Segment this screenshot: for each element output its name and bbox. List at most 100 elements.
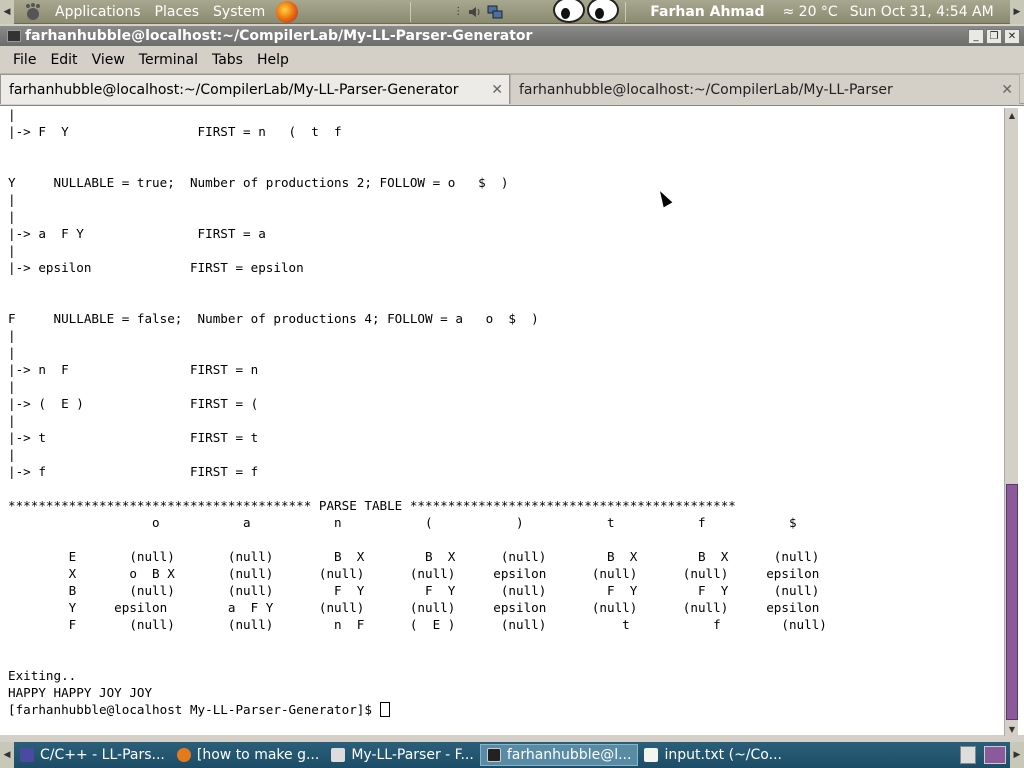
panel-separator <box>410 1 412 22</box>
maximize-button[interactable]: ❐ <box>986 28 1002 44</box>
system-menu[interactable]: System <box>206 4 272 20</box>
folder-icon <box>331 748 346 762</box>
menu-help[interactable]: Help <box>250 52 296 68</box>
terminal-line: F (null) (null) n F ( E ) (null) t f (nu… <box>8 617 827 632</box>
terminal-scrollbar[interactable]: ▲ ▼ <box>1004 108 1018 736</box>
terminal-line: | <box>8 328 16 343</box>
places-menu[interactable]: Places <box>148 4 207 20</box>
panel-right-arrow[interactable]: ▶ <box>1010 0 1024 24</box>
terminal-line: ****************************************… <box>8 498 736 513</box>
text-cursor <box>379 702 390 717</box>
terminal-line: HAPPY HAPPY JOY JOY <box>8 685 153 700</box>
minimize-button[interactable]: _ <box>968 28 984 44</box>
terminal-line: | <box>8 192 16 207</box>
menubar: File Edit View Terminal Tabs Help <box>0 46 1024 74</box>
weather-indicator[interactable]: ≈ 20 °C <box>782 4 837 20</box>
top-panel: ◀ Applications Places System ⋮ Farhan Ah… <box>0 0 1024 24</box>
tab-parser[interactable]: farhanhubble@localhost:~/CompilerLab/My-… <box>510 74 1020 104</box>
firefox-launcher-icon[interactable] <box>276 0 299 23</box>
tab-close-icon[interactable]: ✕ <box>491 82 503 98</box>
terminal-line: | <box>8 413 16 428</box>
terminal-line: Exiting.. <box>8 668 77 683</box>
terminal-line: |-> f FIRST = f <box>8 464 259 479</box>
window-titlebar[interactable]: farhanhubble@localhost:~/CompilerLab/My-… <box>0 26 1024 46</box>
tab-bar: farhanhubble@localhost:~/CompilerLab/My-… <box>0 74 1024 104</box>
bottom-panel: ◀ C/C++ - LL-Pars... [how to make g... M… <box>0 742 1024 768</box>
terminal-area[interactable]: | |-> F Y FIRST = n ( t f Y NULLABLE = tru… <box>0 105 1024 736</box>
applications-menu[interactable]: Applications <box>48 4 148 20</box>
task-label: My-LL-Parser - F... <box>351 747 474 763</box>
menu-edit[interactable]: Edit <box>43 52 84 68</box>
terminal-line: |-> epsilon FIRST = epsilon <box>8 260 304 275</box>
terminal-line: X o B X (null) (null) (null) epsilon (nu… <box>8 566 820 581</box>
terminal-output[interactable]: | |-> F Y FIRST = n ( t f Y NULLABLE = tru… <box>8 106 998 736</box>
tab-label: farhanhubble@localhost:~/CompilerLab/My-… <box>519 81 893 98</box>
system-tray: ⋮ <box>453 4 503 20</box>
taskbar-item-terminal[interactable]: farhanhubble@l... <box>479 744 639 766</box>
terminal-window: farhanhubble@localhost:~/CompilerLab/My-… <box>0 26 1024 742</box>
tab-label: farhanhubble@localhost:~/CompilerLab/My-… <box>9 81 459 98</box>
terminal-line: |-> t FIRST = t <box>8 430 259 445</box>
tab-close-icon[interactable]: ✕ <box>1001 82 1013 98</box>
terminal-line: | <box>8 243 16 258</box>
task-label: input.txt (~/Co... <box>664 747 782 763</box>
terminal-line: Y NULLABLE = true; Number of productions… <box>8 175 509 190</box>
firefox-icon <box>176 748 191 762</box>
terminal-line: | <box>8 379 16 394</box>
panel-right-arrow[interactable]: ▶ <box>1010 742 1024 768</box>
right-eye-icon <box>587 0 620 23</box>
terminal-line: Y epsilon a F Y (null) (null) epsilon (n… <box>8 600 820 615</box>
weather-icon: ≈ <box>782 3 795 20</box>
terminal-line: | <box>8 107 16 122</box>
user-switcher[interactable]: Farhan Ahmad <box>650 4 764 20</box>
scroll-up-arrow-icon[interactable]: ▲ <box>1005 108 1019 122</box>
panel-left-arrow[interactable]: ◀ <box>0 0 14 24</box>
trash-icon[interactable] <box>960 746 976 764</box>
terminal-line: | <box>8 209 16 224</box>
terminal-line: | <box>8 447 16 462</box>
taskbar-item-gedit[interactable]: input.txt (~/Co... <box>638 744 788 766</box>
terminal-line: | <box>8 345 16 360</box>
terminal-icon <box>486 748 501 762</box>
weather-temp: 20 °C <box>798 3 838 20</box>
prompt-text: [farhanhubble@localhost My-LL-Parser-Gen… <box>8 702 380 717</box>
terminal-line: o a n ( ) t f $ <box>8 515 797 530</box>
panel-left-arrow[interactable]: ◀ <box>0 742 14 768</box>
scroll-down-arrow-icon[interactable]: ▼ <box>1005 722 1019 736</box>
clock[interactable]: Sun Oct 31, 4:54 AM <box>850 4 994 20</box>
taskbar-item-firefox[interactable]: [how to make g... <box>171 744 325 766</box>
volume-icon[interactable] <box>467 4 483 20</box>
menu-tabs[interactable]: Tabs <box>205 52 250 68</box>
task-label: farhanhubble@l... <box>506 747 632 763</box>
taskbar-item-eclipse[interactable]: C/C++ - LL-Pars... <box>14 744 171 766</box>
shell-prompt: [farhanhubble@localhost My-LL-Parser-Gen… <box>8 701 998 718</box>
tab-parser-generator[interactable]: farhanhubble@localhost:~/CompilerLab/My-… <box>0 74 510 104</box>
panel-separator <box>625 1 627 22</box>
workspace-switcher[interactable] <box>984 746 1006 764</box>
scrollbar-thumb[interactable] <box>1006 484 1018 720</box>
terminal-line: F NULLABLE = false; Number of production… <box>8 311 539 326</box>
menu-view[interactable]: View <box>85 52 132 68</box>
terminal-line: |-> ( E ) FIRST = ( <box>8 396 259 411</box>
terminal-line: |-> F Y FIRST = n ( t f <box>8 124 342 139</box>
terminal-app-icon <box>7 30 21 42</box>
eclipse-icon <box>20 748 34 762</box>
terminal-line: B (null) (null) F Y F Y (null) F Y F Y (… <box>8 583 820 598</box>
close-button[interactable]: ✕ <box>1004 28 1020 44</box>
left-eye-icon <box>553 0 586 23</box>
network-icon[interactable] <box>487 4 503 20</box>
terminal-line: |-> a F Y FIRST = a <box>8 226 266 241</box>
menu-file[interactable]: File <box>6 52 43 68</box>
gnome-foot-icon[interactable] <box>22 1 44 23</box>
taskbar-item-file-browser[interactable]: My-LL-Parser - F... <box>325 744 480 766</box>
menu-terminal[interactable]: Terminal <box>132 52 205 68</box>
handle-icon: ⋮ <box>453 6 464 17</box>
